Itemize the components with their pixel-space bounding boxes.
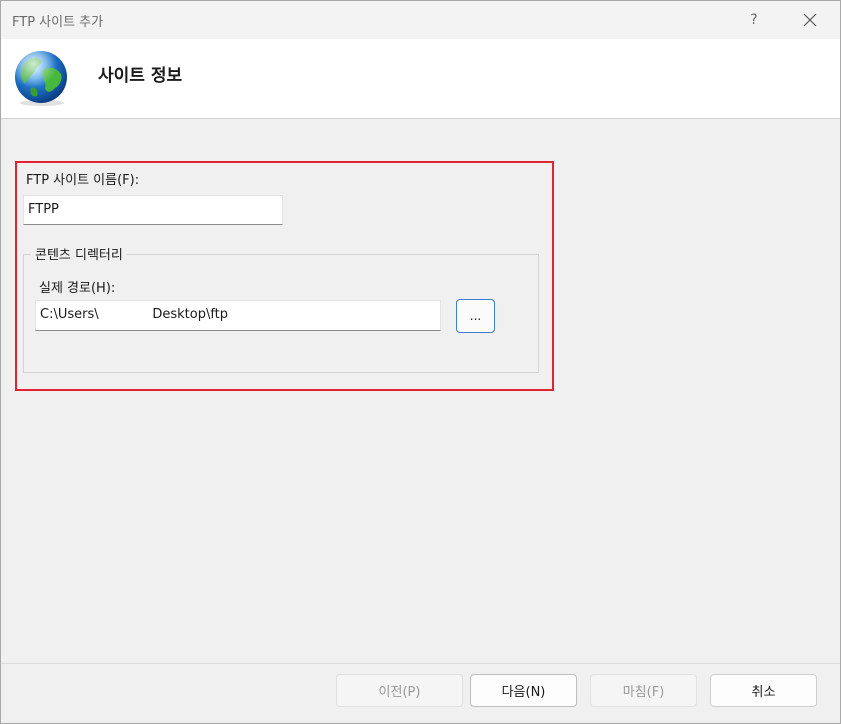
help-button[interactable]: ? — [731, 1, 777, 39]
cancel-button[interactable]: 취소 — [710, 674, 817, 707]
title-bar: FTP 사이트 추가 ? — [1, 1, 840, 39]
page-title: 사이트 정보 — [98, 66, 183, 86]
close-button[interactable] — [787, 1, 833, 39]
finish-button[interactable]: 마침(F) — [590, 674, 697, 707]
physical-path-input[interactable]: C:\Users\ Desktop\ftp — [35, 300, 441, 331]
content-directory-legend: 콘텐츠 디렉터리 — [31, 244, 127, 263]
next-button[interactable]: 다음(N) — [470, 674, 577, 707]
ftp-site-wizard-window: FTP 사이트 추가 ? 사이트 정보 FTP 사이트 이름(F): FTPP … — [0, 0, 841, 724]
wizard-header: 사이트 정보 — [1, 39, 840, 119]
globe-icon — [15, 51, 67, 106]
site-name-label: FTP 사이트 이름(F): — [26, 173, 140, 188]
close-icon — [803, 13, 817, 27]
previous-button[interactable]: 이전(P) — [336, 674, 463, 707]
footer-divider — [1, 663, 840, 664]
site-name-input[interactable]: FTPP — [23, 195, 283, 225]
browse-button[interactable]: ... — [456, 299, 495, 333]
physical-path-label: 실제 경로(H): — [39, 281, 116, 296]
window-title: FTP 사이트 추가 — [12, 15, 104, 30]
